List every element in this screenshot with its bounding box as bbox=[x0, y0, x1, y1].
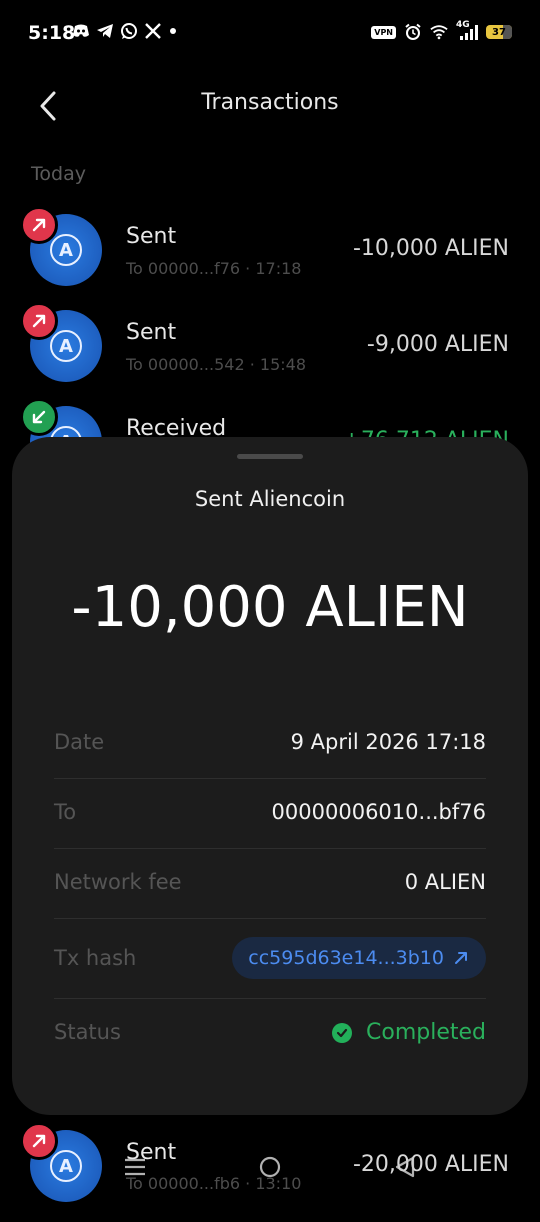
tx-hash-label: Tx hash bbox=[54, 946, 137, 970]
status-label: Status bbox=[54, 1020, 121, 1044]
to-label: To bbox=[54, 800, 77, 824]
transaction-row[interactable]: A Sent To 00000...542 · 15:48 -9,000 ALI… bbox=[0, 302, 540, 402]
wifi-icon bbox=[430, 23, 448, 41]
alarm-icon bbox=[404, 23, 422, 41]
network-fee-value: 0 ALIEN bbox=[404, 870, 486, 894]
menu-icon[interactable] bbox=[120, 1152, 150, 1182]
check-circle-icon bbox=[332, 1022, 352, 1043]
telegram-icon bbox=[96, 22, 114, 40]
vpn-icon: VPN bbox=[371, 25, 396, 39]
detail-row-status: Status Completed bbox=[54, 998, 486, 1068]
alien-token-icon: A bbox=[50, 330, 82, 362]
battery-icon: 37 bbox=[486, 25, 512, 39]
status-bar: 5:18 VPN 4G 37 bbox=[0, 0, 540, 70]
tx-hash-link-button[interactable]: cc595d63e14...3b10 bbox=[232, 937, 486, 979]
alien-token-icon: A bbox=[50, 234, 82, 266]
x-icon bbox=[144, 22, 162, 40]
to-address-value[interactable]: 00000006010...bf76 bbox=[272, 800, 486, 824]
sent-arrow-icon bbox=[20, 206, 58, 244]
transaction-title: Sent bbox=[126, 320, 177, 345]
back-triangle-icon[interactable] bbox=[390, 1152, 420, 1182]
sheet-amount: -10,000 ALIEN bbox=[71, 575, 469, 640]
transaction-row[interactable]: A Sent To 00000...f76 · 17:18 -10,000 AL… bbox=[0, 206, 540, 306]
date-value: 9 April 2026 17:18 bbox=[290, 730, 486, 754]
dot-icon bbox=[170, 28, 176, 34]
sheet-title: Sent Aliencoin bbox=[194, 487, 346, 511]
status-indicator: Completed bbox=[332, 1020, 486, 1045]
transaction-subtitle: To 00000...542 · 15:48 bbox=[126, 355, 306, 374]
whatsapp-icon bbox=[120, 22, 138, 40]
battery-level: 37 bbox=[492, 26, 506, 38]
external-link-arrow-icon bbox=[455, 952, 467, 964]
network-type-label: 4G bbox=[456, 20, 470, 30]
notification-icons bbox=[72, 22, 176, 40]
system-navigation-bar bbox=[0, 1140, 540, 1200]
detail-row-tx-hash: Tx hash cc595d63e14...3b10 bbox=[54, 918, 486, 999]
section-label-today: Today bbox=[31, 163, 86, 185]
date-label: Date bbox=[54, 730, 105, 754]
detail-row-to: To 00000006010...bf76 bbox=[54, 778, 486, 849]
transaction-amount: -10,000 ALIEN bbox=[352, 236, 509, 261]
home-circle-icon[interactable] bbox=[255, 1152, 285, 1182]
discord-icon bbox=[72, 22, 90, 40]
network-fee-label: Network fee bbox=[54, 870, 182, 894]
status-time: 5:18 bbox=[28, 22, 76, 44]
transaction-title: Sent bbox=[126, 224, 177, 249]
detail-row-network-fee: Network fee 0 ALIEN bbox=[54, 848, 486, 919]
transaction-detail-sheet: Sent Aliencoin -10,000 ALIEN Date 9 Apri… bbox=[12, 437, 528, 1115]
tx-hash-value: cc595d63e14...3b10 bbox=[248, 947, 444, 969]
system-icons: VPN 4G 37 bbox=[371, 20, 512, 41]
sent-arrow-icon bbox=[20, 302, 58, 340]
status-value: Completed bbox=[366, 1020, 486, 1045]
sheet-drag-handle[interactable] bbox=[237, 454, 303, 459]
detail-row-date: Date 9 April 2026 17:18 bbox=[54, 708, 486, 779]
received-arrow-icon bbox=[20, 398, 58, 436]
page-title: Transactions bbox=[201, 90, 339, 115]
transaction-subtitle: To 00000...f76 · 17:18 bbox=[126, 259, 302, 278]
transaction-amount: -9,000 ALIEN bbox=[366, 332, 509, 357]
signal-icon: 4G bbox=[456, 20, 478, 41]
